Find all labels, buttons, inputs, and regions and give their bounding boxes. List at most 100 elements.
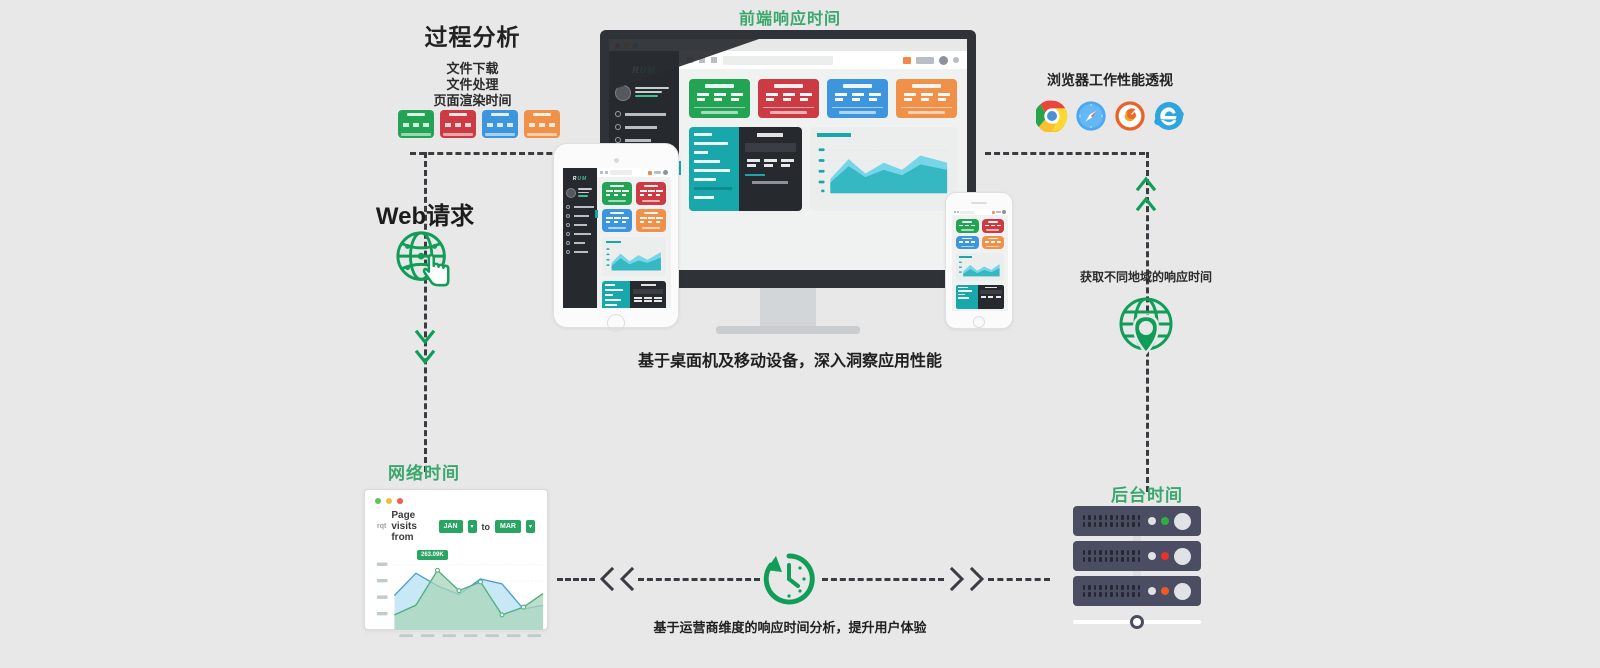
stat-card-server-load — [827, 79, 888, 118]
chart-title: Page visits from — [391, 510, 417, 543]
mini-card-orange — [524, 110, 560, 138]
mini-card-blue — [482, 110, 518, 138]
refresh-icon[interactable] — [699, 57, 705, 63]
server-power-button-2[interactable] — [1174, 547, 1191, 565]
quick-view-panel — [738, 127, 802, 211]
stat-card-overall-sales — [758, 79, 819, 118]
tablet-home-button[interactable] — [607, 314, 625, 332]
dashed-bottom-left-b — [638, 578, 760, 581]
window-dots — [615, 42, 638, 48]
server-slider-knob[interactable] — [1130, 615, 1144, 629]
dashed-bottom-right-b — [988, 578, 1050, 581]
topbar-avatar[interactable] — [939, 55, 948, 65]
up-arrows-right — [1135, 176, 1157, 212]
process-mini-cards — [398, 110, 560, 138]
geo-label: 获取不同地域的响应时间 — [1079, 270, 1212, 284]
frontend-response-time-heading: 前端响应时间 — [738, 11, 841, 28]
server-unit-2 — [1073, 541, 1201, 571]
devices-caption: 基于桌面机及移动设备，深入洞察应用性能 — [637, 353, 942, 370]
server-unit-1 — [1073, 506, 1201, 536]
mini-card-red — [440, 110, 476, 138]
stat-card-overall-views — [896, 79, 957, 118]
phone-home-button[interactable] — [973, 316, 985, 328]
range-from-select[interactable]: JAN — [438, 520, 463, 533]
server-stack — [1073, 506, 1201, 629]
carrier-caption: 基于运营商维度的响应时间分析，提升用户体验 — [653, 620, 927, 635]
left-arrows-bottom — [599, 566, 635, 592]
logo-suffix: UM — [639, 65, 656, 75]
avatar — [615, 85, 631, 101]
dashed-bottom-right-a — [822, 578, 944, 581]
phone-speaker — [971, 202, 987, 204]
country-quickview-panel — [689, 127, 802, 211]
internet-explorer-icon — [1153, 102, 1184, 130]
quickview-search-input[interactable] — [744, 143, 796, 152]
logo-prefix: R — [632, 65, 640, 75]
monitor-stand-base — [716, 326, 860, 334]
server-vents — [1083, 585, 1140, 597]
notification-icon[interactable] — [903, 56, 911, 64]
dashboard-main — [679, 51, 967, 270]
visits-chart-title — [816, 133, 852, 137]
stat-card-row — [679, 69, 967, 118]
server-status-led-2 — [1161, 552, 1169, 560]
process-analysis-block: 过程分析 文件下载 文件处理 页面渲染时间 — [390, 18, 555, 109]
dashed-connector-top-right — [985, 152, 1145, 155]
server-status-led-1 — [1161, 517, 1169, 525]
range-from-chevron-down-icon[interactable]: ▾ — [467, 520, 477, 533]
network-area-chart — [376, 562, 544, 638]
chart-tooltip: 263.09K — [417, 550, 448, 560]
range-to-label: to — [481, 521, 491, 532]
grid-icon[interactable] — [711, 57, 717, 63]
chart-window-dots — [365, 490, 547, 506]
dashboard-topbar — [679, 51, 967, 69]
tablet-device: RUM — [553, 143, 679, 332]
browser-icon-row — [1030, 100, 1190, 132]
down-arrows-left — [414, 329, 436, 365]
globe-location-pin-icon — [1119, 297, 1173, 355]
browsers-heading: 浏览器工作性能透视 — [1047, 72, 1173, 88]
firefox-icon — [1114, 101, 1145, 131]
sidebar-item-widgets[interactable] — [615, 124, 673, 130]
backend-time-heading: 后台时间 — [1111, 486, 1183, 505]
search-input[interactable] — [723, 55, 833, 65]
stat-card-overall-status — [689, 79, 750, 118]
chart-range-controls: rqt Page visits from JAN ▾ to MAR ▾ — [365, 506, 547, 549]
sidebar-item-dashboard[interactable] — [615, 111, 673, 117]
chrome-icon — [1035, 100, 1067, 132]
country-list — [689, 127, 739, 211]
tablet-screen: RUM — [563, 168, 671, 308]
dashboard-icon — [615, 111, 621, 117]
user-menu[interactable] — [916, 56, 934, 64]
widgets-icon — [615, 124, 621, 130]
process-analysis-line-3: 页面渲染时间 — [433, 93, 512, 108]
process-analysis-title: 过程分析 — [424, 24, 521, 50]
server-vents — [1083, 515, 1140, 527]
infographic-canvas: 过程分析 文件下载 文件处理 页面渲染时间 前端响应时间 RUM RUM 基于桌… — [0, 0, 1600, 668]
right-arrows-bottom — [949, 566, 985, 592]
dashboard-panel-row — [679, 118, 967, 221]
visits-chart-panel — [809, 127, 957, 211]
chart-prefix-label: rqt — [377, 523, 387, 530]
phone-device — [945, 192, 1013, 329]
range-to-select[interactable]: MAR — [495, 520, 521, 533]
menu-icon[interactable] — [687, 57, 693, 63]
network-chart-window: rqt Page visits from JAN ▾ to MAR ▾ 263.… — [364, 489, 548, 638]
server-power-button-3[interactable] — [1174, 582, 1191, 600]
range-to-chevron-down-icon[interactable]: ▾ — [525, 520, 535, 533]
sidebar-user-block — [609, 85, 679, 111]
mini-card-green — [398, 110, 434, 138]
safari-icon — [1075, 101, 1106, 131]
server-vents — [1083, 550, 1140, 562]
clock-refresh-icon — [763, 553, 815, 605]
dashboard-logo: RUM — [609, 59, 679, 85]
tablet-camera — [613, 158, 619, 163]
phone-screen — [952, 209, 1008, 311]
network-time-heading: 网络时间 — [388, 464, 460, 483]
server-slider-track[interactable] — [1073, 615, 1201, 629]
gear-icon[interactable] — [953, 57, 959, 63]
globe-hand-click-icon — [396, 231, 450, 287]
server-power-button-1[interactable] — [1174, 512, 1191, 530]
visits-area-chart — [818, 148, 949, 194]
web-request-label: Web请求 — [375, 203, 475, 230]
